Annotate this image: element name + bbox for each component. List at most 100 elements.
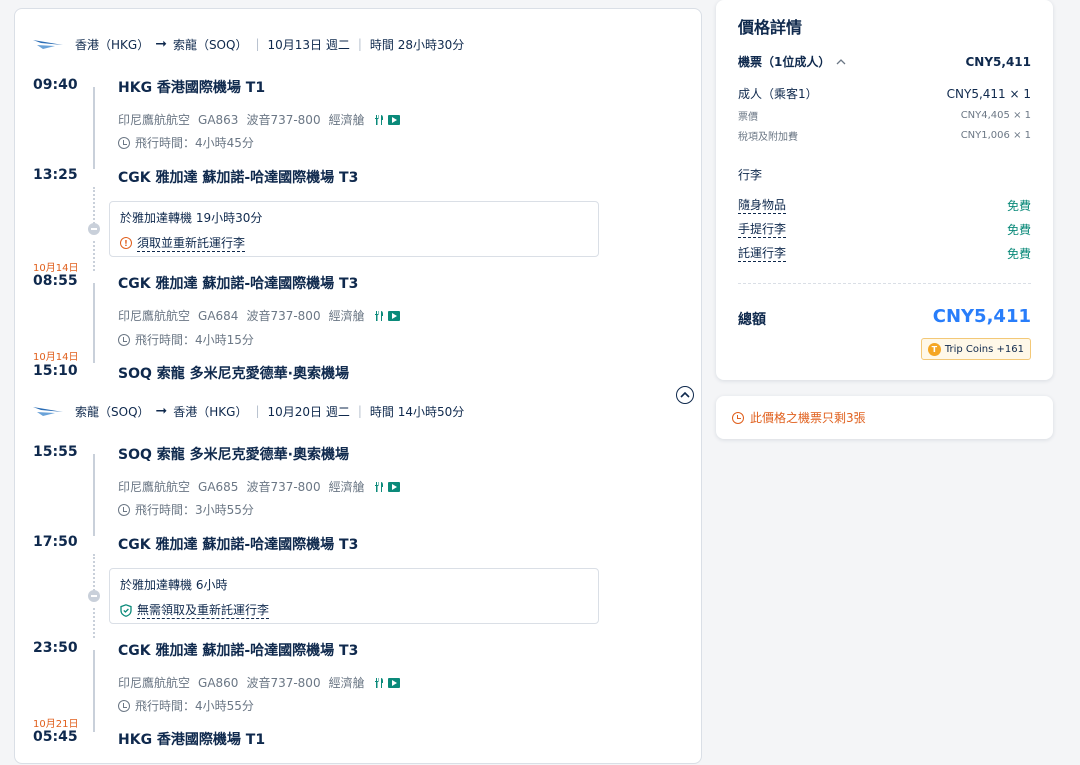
transfer-dots [93, 608, 95, 638]
leg-to: 香港（HKG） [173, 404, 248, 419]
divider [738, 283, 1031, 284]
clock-icon [118, 333, 130, 346]
baggage-value: 免費 [1006, 198, 1031, 213]
airline-name: 印尼鷹航航空 [118, 676, 191, 690]
ticket-row[interactable]: 機票（1位成人） CNY5,411 [738, 53, 1031, 70]
dep-station: CGK 雅加達 蘇加諾-哈達國際機場 T3 [118, 276, 359, 292]
total-label: 總額 [738, 312, 766, 328]
dep-time: 23:50 [33, 640, 78, 656]
transfer-box: 於雅加達轉機 6小時 無需領取及重新託運行李 [109, 568, 599, 624]
airline-name: 印尼鷹航航空 [118, 480, 191, 494]
flight-duration: 飛行時間：4小時15分 [118, 331, 254, 348]
clock-icon [118, 503, 130, 516]
timeline-line [93, 454, 95, 536]
fare-value: CNY4,405 × 1 [960, 110, 1031, 121]
ticket-total: CNY5,411 [965, 54, 1032, 69]
divider: | [255, 404, 260, 418]
tax-label: 稅項及附加費 [738, 132, 798, 143]
baggage-label-personal[interactable]: 隨身物品 [738, 196, 787, 214]
coin-icon: T [927, 342, 941, 356]
airline-name: 印尼鷹航航空 [118, 309, 191, 323]
dep-time: 15:55 [33, 444, 78, 460]
entertainment-icon [387, 310, 400, 321]
baggage-note[interactable]: 須取並重新託運行李 [137, 234, 246, 252]
adult-label: 成人（乘客1） [738, 87, 818, 101]
dep-time: 08:55 [33, 273, 78, 289]
flight-info: 印尼鷹航航空 GA684 波音737-800 經濟艙 [118, 307, 408, 324]
airline-name: 印尼鷹航航空 [118, 113, 191, 127]
fare-row: 票價 CNY4,405 × 1 [738, 108, 1031, 123]
cabin-class: 經濟艙 [328, 676, 365, 690]
baggage-title-row: 行李 [738, 166, 1031, 183]
transfer-dots [93, 187, 95, 227]
fare-label: 票價 [738, 112, 758, 123]
adult-value: CNY5,411 × 1 [946, 86, 1031, 101]
leg-from: 索龍（SOQ） [75, 404, 150, 419]
transfer-dots [93, 554, 95, 594]
leg-duration: 時間 28小時30分 [369, 37, 465, 52]
tax-row: 稅項及附加費 CNY1,006 × 1 [738, 128, 1031, 143]
entertainment-icon [387, 481, 400, 492]
flight-duration: 飛行時間：4小時55分 [118, 697, 254, 714]
trip-coins-badge: T Trip Coins +161 [920, 338, 1031, 360]
leg-date: 10月20日 週二 [267, 404, 350, 419]
transfer-box: 於雅加達轉機 19小時30分 ! 須取並重新託運行李 [109, 201, 599, 257]
entertainment-icon [387, 114, 400, 125]
shield-check-icon [120, 603, 132, 617]
transfer-icon [88, 223, 100, 235]
dep-station: SOQ 索龍 多米尼克愛德華·奧索機場 [118, 447, 349, 463]
baggage-label-carryon[interactable]: 手提行李 [738, 220, 787, 238]
tax-value: CNY1,006 × 1 [960, 130, 1031, 141]
baggage-row: 託運行李 免費 [738, 244, 1031, 262]
warning-icon: ! [120, 237, 132, 249]
flight-duration: 飛行時間：3小時55分 [118, 501, 254, 518]
transfer-dots [93, 241, 95, 271]
cabin-class: 經濟艙 [328, 309, 365, 323]
baggage-title: 行李 [738, 168, 763, 182]
leg-date: 10月13日 週二 [267, 37, 350, 52]
flight-time-text: 飛行時間：4小時55分 [135, 699, 254, 713]
dep-date-tag: 10月14日 [33, 263, 79, 274]
transfer-icon [88, 590, 100, 602]
arr-time: 15:10 [33, 363, 78, 379]
baggage-label-checked[interactable]: 託運行李 [738, 244, 787, 262]
dep-station: CGK 雅加達 蘇加諾-哈達國際機場 T3 [118, 643, 359, 659]
arr-time: 17:50 [33, 534, 78, 550]
clock-icon [118, 699, 130, 712]
baggage-value: 免費 [1006, 222, 1031, 237]
flight-time-text: 飛行時間：4小時15分 [135, 333, 254, 347]
leg-to: 索龍（SOQ） [172, 37, 248, 52]
arr-station: CGK 雅加達 蘇加諾-哈達國際機場 T3 [118, 537, 359, 553]
meal-icon [374, 677, 383, 688]
arr-date-tag: 10月14日 [33, 352, 79, 363]
clock-icon [118, 136, 130, 149]
price-title: 價格詳情 [738, 18, 803, 37]
alarm-clock-icon [732, 411, 744, 424]
meal-icon [374, 310, 383, 321]
leg-duration: 時間 14小時50分 [369, 404, 465, 419]
leg-from: 香港（HKG） [75, 37, 150, 52]
aircraft-type: 波音737-800 [246, 480, 321, 494]
dep-time: 09:40 [33, 77, 78, 93]
flight-number: GA860 [198, 675, 239, 690]
chevron-up-icon [680, 391, 690, 398]
timeline-line [93, 283, 95, 363]
arr-time: 13:25 [33, 167, 78, 183]
baggage-note[interactable]: 無需領取及重新託運行李 [137, 601, 270, 619]
baggage-row: 隨身物品 免費 [738, 196, 1031, 214]
leg-header-outbound: 香港（HKG） ➞ 索龍（SOQ） | 10月13日 週二 | 時間 28小時3… [33, 34, 464, 54]
collapse-button[interactable] [676, 386, 694, 404]
aircraft-type: 波音737-800 [246, 113, 321, 127]
divider: | [255, 37, 260, 51]
arr-date-tag: 10月21日 [33, 719, 79, 730]
flight-number: GA863 [198, 112, 239, 127]
entertainment-icon [387, 677, 400, 688]
dep-station: HKG 香港國際機場 T1 [118, 80, 266, 96]
flight-number: GA685 [198, 479, 239, 494]
arrow-right-icon: ➞ [155, 403, 168, 419]
aircraft-type: 波音737-800 [246, 309, 321, 323]
arr-station: HKG 香港國際機場 T1 [118, 732, 266, 748]
transfer-text: 於雅加達轉機 6小時 [120, 578, 228, 592]
trip-coins-text: Trip Coins +161 [944, 343, 1024, 355]
timeline-line [93, 87, 95, 169]
